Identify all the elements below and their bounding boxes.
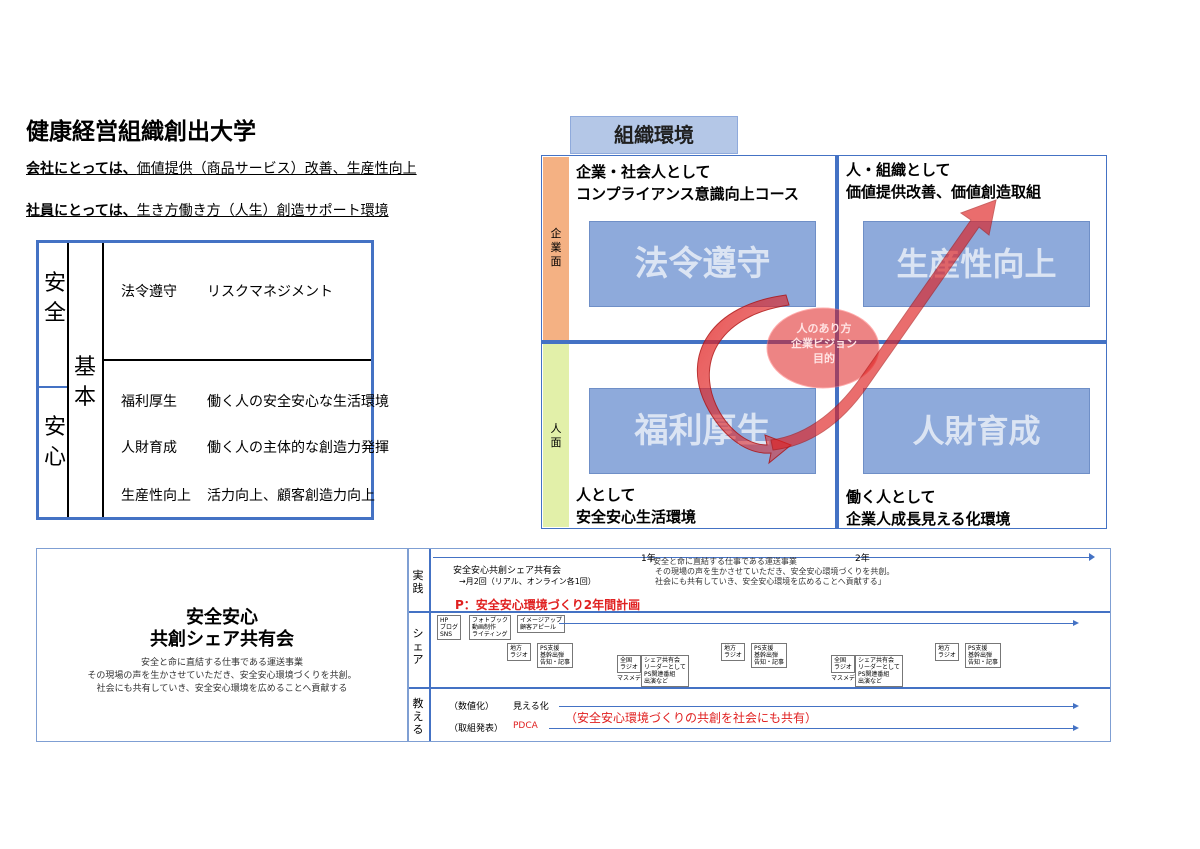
basic-label: 基本: [69, 353, 99, 413]
employee-benefit-text: 生き方働き方（人生）創造サポート環境: [136, 203, 389, 219]
share-web-box: HP ブログ SNS: [437, 615, 462, 640]
ps-support-box: PS支援 基幹出弾 告知・記事: [751, 643, 788, 668]
company-benefit-lead: 会社にとっては、: [26, 161, 137, 177]
ps-support-box: PS支援 基幹出弾 告知・記事: [537, 643, 574, 668]
local-radio-box: 地方 ラジオ: [935, 643, 959, 661]
table-divider: [39, 386, 67, 388]
row-desc: リスクマネジメント: [207, 284, 333, 300]
share-leader-box: シェア共有会 リーダーとして PS関連番組 出演など: [641, 655, 689, 687]
teach-visualize-label: 見える化: [513, 702, 549, 712]
practice-quote-3: 社会にも共有していき、安全安心環境を広めることへ貢献する」: [655, 577, 886, 586]
practice-quote-2: その現場の声を生かさせていただき、安全安心環境づくりを共創。: [655, 567, 895, 576]
label-column-divider: [429, 549, 431, 741]
row-desc: 働く人の安全安心な生活環境: [207, 394, 389, 410]
basic-label-text: 基本: [74, 355, 97, 410]
arrow-head-icon: [1073, 703, 1079, 709]
local-radio-box: 地方 ラジオ: [721, 643, 745, 661]
share-image-box: イメージアップ 顧客アピール: [517, 615, 565, 633]
share-meeting-desc-3: 社会にも共有していき、安全安心環境を広めることへ貢献する: [96, 684, 348, 694]
teach-timeline-line-2: [549, 728, 1074, 729]
row-divider: [409, 687, 1110, 689]
ps-support-box: PS支援 基幹出弾 告知・記事: [965, 643, 1002, 668]
share-meeting-title-1: 安全安心: [186, 607, 258, 628]
share-timeline-line: [559, 623, 1074, 624]
row-desc: 活力向上、顧客創造力向上: [207, 488, 375, 504]
safety-label-text: 安全: [44, 271, 67, 326]
practice-quote: 「安全と命に直結する仕事である運送事業 その現場の声を生かさせていただき、安全安…: [645, 557, 894, 587]
share-row-label: シェア: [412, 627, 424, 666]
arrow-head-icon: [1073, 620, 1079, 626]
practice-quote-1: 「安全と命に直結する仕事である運送事業: [645, 557, 797, 566]
practice-frequency: →月2回（リアル、オンライン各1回）: [459, 577, 596, 586]
center-text-3: 目的: [813, 352, 835, 365]
teach-timeline-line: [559, 706, 1074, 707]
share-leader-box: シェア共有会 リーダーとして PS関連番組 出演など: [855, 655, 903, 687]
company-benefit-line: 会社にとっては、価値提供（商品サービス）改善、生産性向上: [26, 158, 417, 178]
safety-label: 安全: [39, 269, 69, 329]
share-meeting-desc-2: その現場の声を生かさせていただき、安全安心環境づくりを共創。: [87, 671, 357, 681]
share-meeting-summary: 安全安心 共創シェア共有会 安全と命に直結する仕事である運送事業 その現場の声を…: [36, 548, 408, 742]
share-media-box: フォトブック 動画制作 ライティング: [469, 615, 512, 640]
center-text-2: 企業ビジョン: [791, 337, 857, 350]
local-radio-box: 地方 ラジオ: [507, 643, 531, 661]
employee-benefit-lead: 社員にとっては、: [26, 203, 137, 219]
safety-table: 安全 安心 基本 法令遵守 リスクマネジメント 福利厚生 働く人の安全安心な生活…: [36, 240, 389, 520]
arrow-head-icon: [1073, 725, 1079, 731]
plan-title: P：安全安心環境づくり2年間計画: [455, 598, 641, 612]
two-year-plan-timeline: 実践 シェア 教える 1年 2年 安全安心共創シェア共有会 →月2回（リアル、オ…: [408, 548, 1111, 742]
row-item: 福利厚生: [121, 394, 177, 410]
teach-quantify-label: （数値化）: [449, 702, 495, 712]
center-vision-text: 人のあり方 企業ビジョン 目的: [770, 321, 878, 366]
row-item: 人財育成: [121, 440, 177, 456]
arrow-head-icon: [1089, 553, 1095, 561]
practice-title: 安全安心共創シェア共有会: [453, 566, 562, 576]
teach-presentation-label: （取組発表）: [449, 724, 504, 734]
table-divider: [102, 359, 371, 361]
security-label: 安心: [39, 413, 69, 473]
practice-row-label: 実践: [412, 569, 424, 595]
company-benefit-text: 価値提供（商品サービス）改善、生産性向上: [136, 161, 417, 177]
page-title: 健康経営組織創出大学: [26, 119, 256, 145]
national-radio-box: 全国 ラジオ: [831, 655, 855, 673]
table-divider: [102, 243, 104, 517]
share-meeting-desc-1: 安全と命に直結する仕事である運送事業: [141, 658, 303, 668]
employee-benefit-line: 社員にとっては、生き方働き方（人生）創造サポート環境: [26, 200, 389, 220]
national-radio-box: 全国 ラジオ: [617, 655, 641, 673]
teach-row-label: 教える: [412, 697, 424, 736]
teach-pdca-label: PDCA: [513, 721, 538, 731]
row-item: 法令遵守: [121, 284, 177, 300]
share-meeting-title-2: 共創シェア共有会: [150, 629, 294, 650]
security-label-text: 安心: [44, 415, 67, 470]
center-text-1: 人のあり方: [796, 322, 852, 335]
org-environment-title: 組織環境: [570, 116, 738, 154]
teach-note: （安全安心環境づくりの共創を社会にも共有）: [563, 709, 820, 726]
row-item: 生産性向上: [121, 488, 191, 504]
row-desc: 働く人の主体的な創造力発揮: [207, 440, 389, 456]
